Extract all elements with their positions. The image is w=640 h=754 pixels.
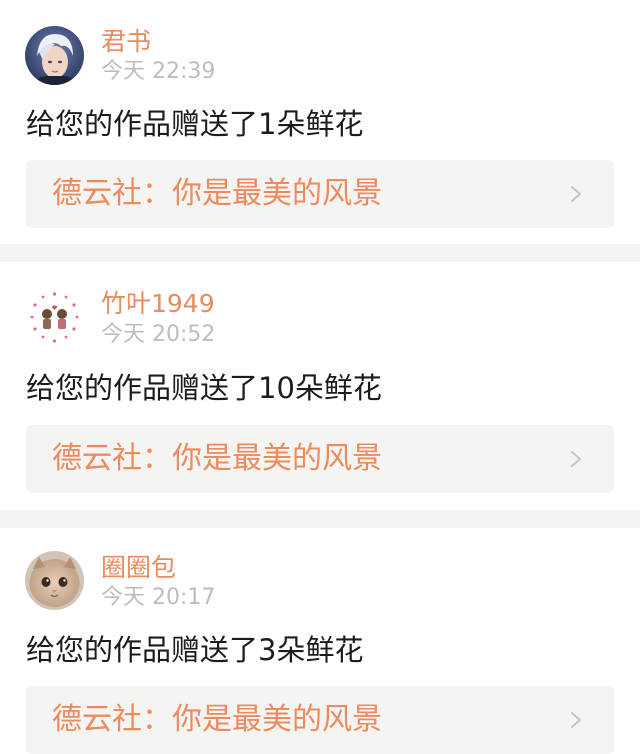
avatar-kitten-icon [25, 551, 84, 610]
notification-item: 竹叶1949 今天 20:52 给您的作品赠送了10朵鲜花 德云社：你是最美的风… [0, 262, 640, 510]
username[interactable]: 圈圈包 [101, 554, 176, 582]
work-link[interactable]: 德云社：你是最美的风景 [26, 160, 614, 228]
section-divider [0, 244, 640, 262]
avatar[interactable] [25, 551, 84, 610]
gift-message: 给您的作品赠送了3朵鲜花 [26, 633, 364, 667]
work-title: 德云社：你是最美的风景 [52, 702, 382, 737]
avatar-silver-hair-icon [25, 26, 84, 85]
work-title: 德云社：你是最美的风景 [52, 176, 382, 211]
work-title: 德云社：你是最美的风景 [52, 441, 382, 476]
notification-item: 君书 今天 22:39 给您的作品赠送了1朵鲜花 德云社：你是最美的风景 [0, 0, 640, 244]
username[interactable]: 竹叶1949 [101, 290, 215, 318]
timestamp: 今天 20:17 [101, 585, 216, 610]
timestamp: 今天 20:52 [101, 322, 216, 347]
avatar[interactable] [25, 288, 84, 347]
gift-message: 给您的作品赠送了1朵鲜花 [26, 107, 364, 141]
work-link[interactable]: 德云社：你是最美的风景 [26, 686, 614, 754]
avatar-cartoon-couple-icon [25, 288, 84, 347]
chevron-right-icon [566, 184, 586, 204]
notification-item: 圈圈包 今天 20:17 给您的作品赠送了3朵鲜花 德云社：你是最美的风景 [0, 528, 640, 754]
gift-message: 给您的作品赠送了10朵鲜花 [26, 371, 382, 405]
work-link[interactable]: 德云社：你是最美的风景 [26, 425, 614, 493]
avatar[interactable] [25, 26, 84, 85]
timestamp: 今天 22:39 [101, 59, 216, 84]
chevron-right-icon [566, 710, 586, 730]
username[interactable]: 君书 [101, 28, 151, 56]
notification-feed: 君书 今天 22:39 给您的作品赠送了1朵鲜花 德云社：你是最美的风景 竹叶1… [0, 0, 640, 754]
chevron-right-icon [566, 449, 586, 469]
section-divider [0, 510, 640, 528]
